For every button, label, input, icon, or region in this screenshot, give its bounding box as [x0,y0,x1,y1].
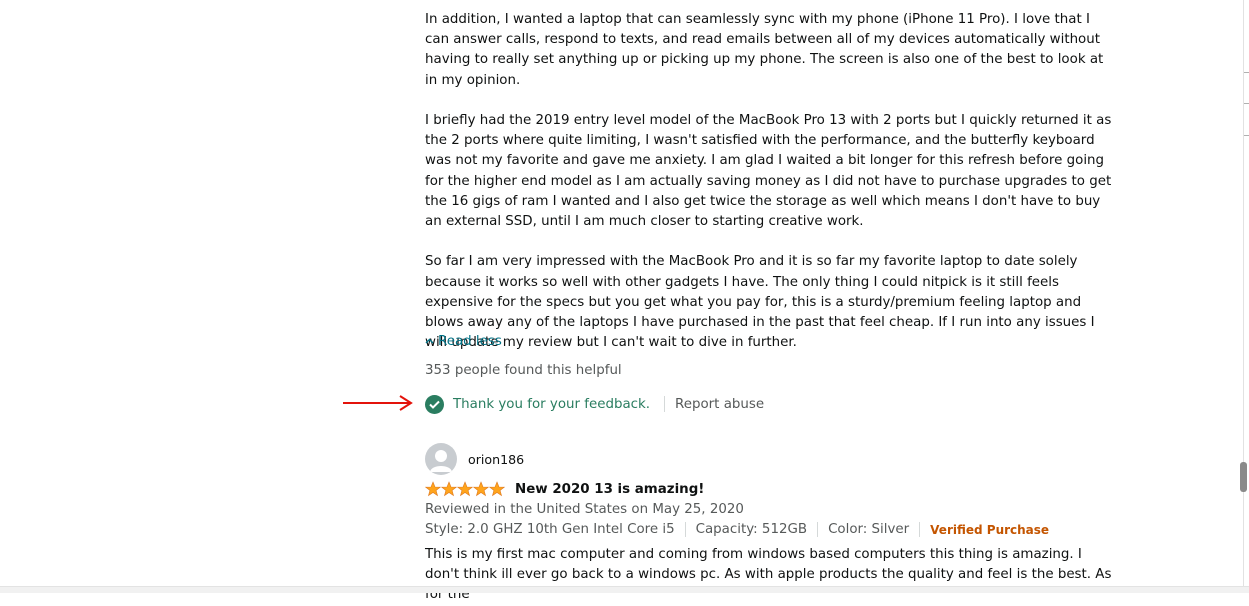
divider [1243,0,1244,592]
review-body: In addition, I wanted a laptop that can … [425,10,1115,353]
color-variant: Color: Silver [828,522,910,537]
divider [817,522,819,537]
read-less-link[interactable]: Read less [425,334,502,349]
divider [1244,135,1249,136]
divider [1244,103,1249,104]
review-date: Reviewed in the United States on May 25,… [425,502,744,517]
star-icon [441,481,457,497]
review-paragraph: In addition, I wanted a laptop that can … [425,12,1104,88]
reviewer-name: orion186 [468,451,525,467]
review-paragraph: I briefly had the 2019 entry level model… [425,113,1112,230]
review-body: This is my first mac computer and coming… [425,547,1112,603]
capacity-variant: Capacity: 512GB [695,522,808,537]
check-circle-icon [425,394,444,414]
avatar [425,443,457,475]
review-page: In addition, I wanted a laptop that can … [0,0,1249,602]
product-variant-info: Style: 2.0 GHZ 10th Gen Intel Core i5 Ca… [425,522,1049,537]
scrollbar-track[interactable] [1234,0,1249,592]
review-title[interactable]: New 2020 13 is amazing! [515,482,704,497]
feedback-confirmation: Thank you for your feedback. [453,396,651,412]
annotation-arrow-icon [343,395,413,411]
report-abuse-link[interactable]: Report abuse [675,397,764,412]
verified-purchase-badge[interactable]: Verified Purchase [930,523,1049,537]
star-icon [489,481,505,497]
star-rating[interactable] [425,481,505,497]
divider [919,522,921,537]
rating-row: New 2020 13 is amazing! [425,481,704,497]
style-variant[interactable]: Style: 2.0 GHZ 10th Gen Intel Core i5 [425,522,675,537]
feedback-row: Thank you for your feedback. Report abus… [425,394,764,414]
divider [664,396,666,412]
star-icon [473,481,489,497]
divider [1244,72,1249,73]
star-icon [457,481,473,497]
divider [684,522,686,537]
scrollbar-thumb[interactable] [1240,462,1247,492]
helpful-count: 353 people found this helpful [425,363,622,378]
review-paragraph: So far I am very impressed with the MacB… [425,254,1095,351]
reviewer-profile[interactable]: orion186 [425,443,524,475]
chevron-up-icon [425,336,434,347]
read-less-label: Read less [438,334,502,349]
star-icon [425,481,441,497]
